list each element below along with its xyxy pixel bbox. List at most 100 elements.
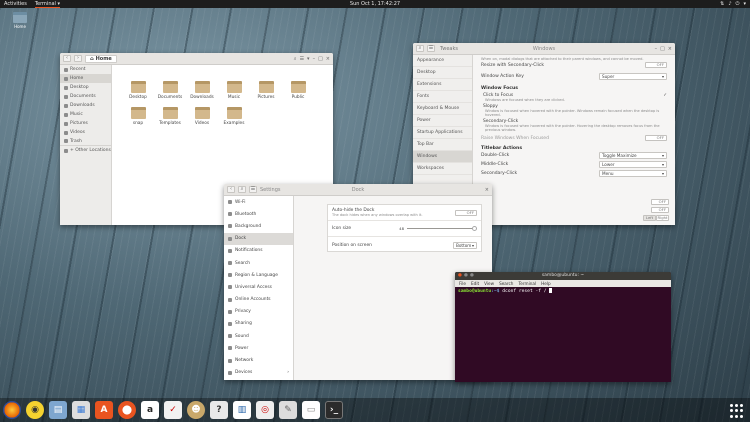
show-apps-icon[interactable] — [730, 404, 744, 418]
icon-size-slider[interactable] — [407, 226, 477, 231]
files-sidebar-item[interactable]: Videos — [60, 128, 111, 137]
terminal-menu-item[interactable]: Search — [499, 280, 513, 287]
settings-sidebar-item[interactable]: Sharing — [224, 318, 293, 330]
search-icon[interactable]: ⌕ — [238, 186, 246, 193]
menu-icon[interactable]: ☰ — [427, 45, 435, 52]
folder-item[interactable]: Public — [282, 81, 314, 100]
clock[interactable]: Sun Oct 1, 17:42:27 — [340, 1, 410, 7]
folder-item[interactable]: Templates — [154, 107, 186, 126]
monitor-icon[interactable]: ▥ — [233, 401, 251, 419]
close-icon[interactable]: × — [485, 187, 489, 193]
view-list-icon[interactable]: ☰ — [300, 56, 304, 62]
files-sidebar-item[interactable]: Recent — [60, 65, 111, 74]
double-click-dropdown[interactable]: Toggle Maximize — [599, 152, 667, 159]
folder-item[interactable]: Documents — [154, 81, 186, 100]
settings-sidebar-item[interactable]: Notifications — [224, 245, 293, 257]
settings-sidebar-item[interactable]: Background — [224, 220, 293, 232]
folder-item[interactable]: Music — [218, 81, 250, 100]
menu-icon[interactable]: ▾ — [307, 56, 310, 62]
minimize-icon[interactable]: ● — [464, 272, 468, 280]
terminal-menu-item[interactable]: Edit — [471, 280, 479, 287]
libreoffice-icon[interactable]: ▦ — [72, 401, 90, 419]
minimize-icon[interactable]: – — [655, 46, 658, 52]
middle-click-dropdown[interactable]: Lower — [599, 161, 667, 168]
files-sidebar-item[interactable]: Music — [60, 110, 111, 119]
placement-left-button[interactable]: Left — [643, 215, 656, 221]
folder-item[interactable]: Pictures — [250, 81, 282, 100]
path-home-button[interactable]: ⌂ Home — [85, 54, 117, 63]
terminal-menu-item[interactable]: Terminal — [518, 280, 536, 287]
maximize-icon[interactable]: ● — [470, 272, 474, 280]
back-button[interactable]: ‹ — [227, 186, 235, 193]
document-icon[interactable]: ▭ — [302, 401, 320, 419]
settings-sidebar-item[interactable]: Search — [224, 257, 293, 269]
terminal-menu-item[interactable]: File — [459, 280, 466, 287]
settings-sidebar-item[interactable]: Online Accounts — [224, 294, 293, 306]
slider-knob[interactable] — [472, 226, 477, 231]
maximize-icon[interactable]: □ — [660, 46, 665, 52]
tweaks-sidebar-item[interactable]: Extensions — [413, 79, 472, 91]
minimize-icon[interactable]: – — [313, 56, 316, 62]
tweaks-sidebar-item[interactable]: Workspaces — [413, 163, 472, 175]
tweaks-sidebar-item[interactable]: Appearance — [413, 55, 472, 67]
tweaks-sidebar-item[interactable]: Windows — [413, 151, 472, 163]
help-icon[interactable] — [118, 401, 136, 419]
settings-sidebar-item[interactable]: Sound — [224, 330, 293, 342]
firefox-icon[interactable] — [3, 401, 21, 419]
search-icon[interactable]: ⌕ — [294, 56, 297, 62]
tweaks-sidebar-item[interactable]: Fonts — [413, 91, 472, 103]
terminal-icon[interactable]: ›_ — [325, 401, 343, 419]
tweaks-sidebar-item[interactable]: Top Bar — [413, 139, 472, 151]
files-sidebar-item[interactable]: Home — [60, 74, 111, 83]
settings-sidebar-item[interactable]: Privacy — [224, 306, 293, 318]
menu-icon[interactable]: ☰ — [249, 186, 257, 193]
files-sidebar-item[interactable]: Downloads — [60, 101, 111, 110]
files-sidebar-item[interactable]: Documents — [60, 92, 111, 101]
files-sidebar-item[interactable]: Pictures — [60, 119, 111, 128]
tweaks-icon[interactable]: ✎ — [279, 401, 297, 419]
settings-sidebar-item[interactable]: Devices › — [224, 367, 293, 379]
system-tray[interactable]: ⇅ ♪ ⏻ ▾ — [720, 1, 746, 7]
folder-item[interactable]: Desktop — [122, 81, 154, 100]
terminal-menu-item[interactable]: View — [484, 280, 494, 287]
settings-sidebar-item[interactable]: Universal Access — [224, 281, 293, 293]
search-icon[interactable]: ⌕ — [416, 45, 424, 52]
close-icon[interactable]: ● — [458, 272, 462, 280]
autohide-switch[interactable]: OFF — [455, 209, 477, 216]
titlebar-switch-1[interactable]: OFF — [651, 199, 669, 205]
files-sidebar-item[interactable]: Trash — [60, 137, 111, 146]
settings-sidebar-item[interactable]: Bluetooth — [224, 208, 293, 220]
amazon-icon[interactable]: a — [141, 401, 159, 419]
app-menu[interactable]: Terminal ▾ — [34, 1, 61, 8]
placement-right-button[interactable]: Right — [656, 215, 669, 221]
settings-sidebar-item[interactable]: Wi-Fi — [224, 196, 293, 208]
tweaks-sidebar-item[interactable]: Power — [413, 115, 472, 127]
terminal-menu-item[interactable]: Help — [541, 280, 551, 287]
secondary-click-dropdown[interactable]: Menu — [599, 170, 667, 177]
raise-switch[interactable]: OFF — [645, 135, 667, 141]
checklist-icon[interactable]: ✓ — [164, 401, 182, 419]
resize-secondary-switch[interactable]: OFF — [645, 62, 667, 68]
forward-button[interactable]: › — [74, 55, 82, 62]
close-icon[interactable]: × — [668, 46, 672, 52]
files-sidebar-item[interactable]: Desktop — [60, 83, 111, 92]
folder-item[interactable]: Videos — [186, 107, 218, 126]
settings-sidebar-item[interactable]: Power — [224, 342, 293, 354]
tweaks-sidebar-item[interactable]: Startup Applications — [413, 127, 472, 139]
settings-sidebar-item[interactable]: Region & Language — [224, 269, 293, 281]
close-icon[interactable]: × — [326, 56, 330, 62]
position-dropdown[interactable]: Bottom — [453, 241, 477, 249]
folder-item[interactable]: Examples — [218, 107, 250, 126]
calculator-icon[interactable]: ? — [210, 401, 228, 419]
activities-button[interactable]: Activities — [4, 1, 27, 7]
titlebar-switch-2[interactable]: OFF — [651, 207, 669, 213]
folder-item[interactable]: Downloads — [186, 81, 218, 100]
cheese-icon[interactable]: ☻ — [187, 401, 205, 419]
folder-item[interactable]: snap — [122, 107, 154, 126]
terminal-output[interactable]: sambo@ubuntu:~$ dconf reset -f / — [455, 287, 671, 295]
action-key-dropdown[interactable]: Super — [599, 73, 667, 80]
tweaks-sidebar-item[interactable]: Desktop — [413, 67, 472, 79]
files-sidebar-item[interactable]: + Other Locations — [60, 146, 111, 155]
settings-sidebar-item[interactable]: Dock — [224, 232, 293, 245]
back-button[interactable]: ‹ — [63, 55, 71, 62]
